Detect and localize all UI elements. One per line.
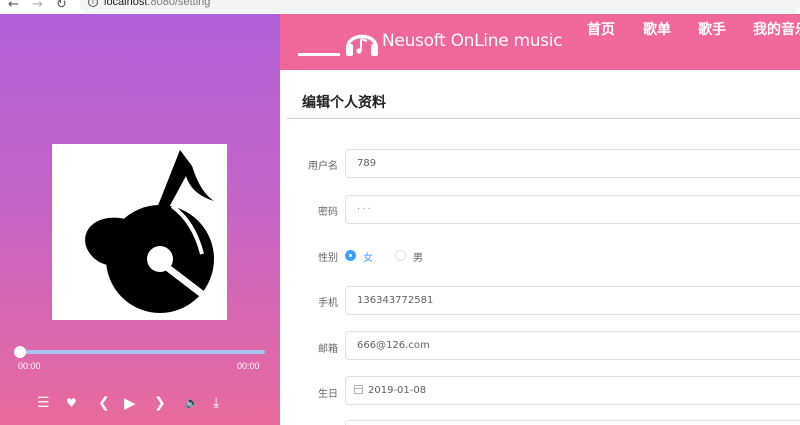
address-bar[interactable]: i localhost:8080/setting (80, 0, 800, 13)
play-icon[interactable]: ▶ (124, 395, 136, 411)
birthday-input[interactable]: 2019-01-08 (345, 376, 800, 405)
phone-input[interactable]: 136343772581 (345, 286, 800, 315)
reload-icon[interactable]: ↻ (56, 0, 67, 13)
info-icon[interactable]: i (88, 0, 98, 7)
birthday-label: 生日 (318, 389, 338, 400)
back-arrow-icon[interactable]: ← (8, 0, 19, 13)
password-input[interactable]: ··· (345, 195, 800, 224)
url-text: localhost:8080/setting (104, 0, 211, 8)
username-input[interactable]: 789 (345, 149, 800, 178)
progress-handle[interactable] (14, 346, 26, 358)
email-input[interactable]: 666@126.com (345, 331, 800, 360)
heart-icon[interactable]: ♥ (66, 395, 77, 411)
title-divider (287, 118, 800, 119)
nav-active-indicator (298, 53, 340, 56)
next-icon[interactable]: ❯ (154, 395, 166, 411)
nav-home[interactable]: 首页 (587, 19, 615, 39)
next-form-input[interactable] (345, 420, 800, 425)
site-logo-text[interactable]: Neusoft OnLine music (382, 31, 563, 51)
email-label: 邮箱 (318, 344, 338, 355)
forward-arrow-icon[interactable]: → (32, 0, 43, 13)
headphones-icon (346, 34, 378, 56)
album-cover (52, 144, 227, 320)
password-label: 密码 (318, 207, 338, 218)
username-label: 用户名 (308, 161, 338, 172)
total-time: 00:00 (237, 361, 260, 371)
prev-icon[interactable]: ❮ (98, 395, 110, 411)
nav-my-music[interactable]: 我的音乐 (753, 19, 800, 39)
nav-singers[interactable]: 歌手 (698, 19, 726, 39)
phone-label: 手机 (318, 298, 338, 309)
gender-male-label[interactable]: 男 (413, 249, 423, 264)
volume-icon[interactable]: 🔈 (185, 395, 199, 411)
progress-bar[interactable] (18, 350, 265, 354)
nav-playlists[interactable]: 歌单 (643, 19, 671, 39)
current-time: 00:00 (18, 361, 41, 371)
download-icon[interactable]: ⤓ (213, 395, 219, 411)
gender-female-label[interactable]: 女 (363, 249, 373, 264)
calendar-icon (354, 385, 363, 394)
gender-female-radio[interactable] (345, 250, 356, 261)
gender-label: 性别 (318, 253, 338, 264)
browser-toolbar: ← → ↻ i localhost:8080/setting (0, 0, 800, 14)
gender-male-radio[interactable] (395, 250, 406, 261)
page-title: 编辑个人资料 (302, 95, 386, 111)
list-icon[interactable]: ☰ (37, 395, 50, 411)
music-disc-logo-icon (85, 150, 214, 313)
